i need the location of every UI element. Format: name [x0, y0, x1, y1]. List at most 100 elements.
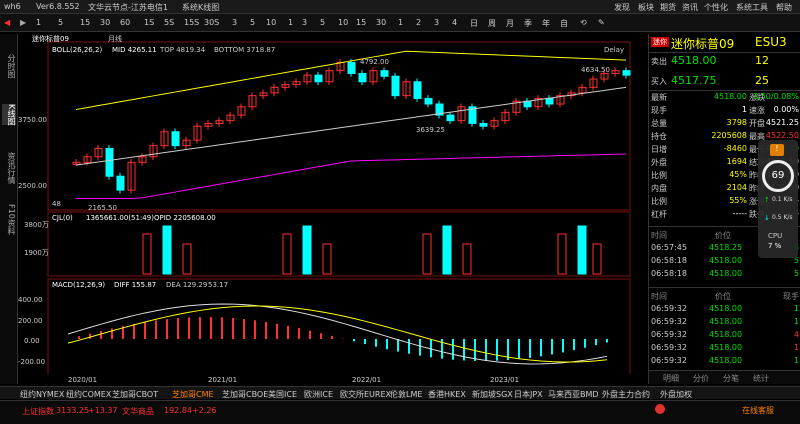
quote-row-value: ----- — [732, 209, 747, 218]
period-button[interactable]: 5 — [58, 18, 63, 27]
index2-value: 192.84 — [164, 406, 192, 415]
period-button[interactable]: 15 — [356, 18, 366, 27]
col-price: 价位 — [715, 292, 731, 301]
quote-row-value2: 4521.25 — [765, 118, 799, 127]
tick-qty: 5 — [793, 269, 799, 278]
index2-change: +2.26 — [192, 406, 217, 415]
boll-bottom: BOTTOM 3718.87 — [214, 46, 276, 54]
menu-discover[interactable]: 发现 — [614, 2, 630, 13]
tab-bytick[interactable]: 分笔 — [723, 373, 739, 384]
tab-news[interactable]: 资讯行情 — [2, 152, 16, 184]
quote-row-label: 总量 — [651, 119, 667, 128]
status-bar: 上证指数 3133.25 +13.37 文华商品 192.84 +2.26 在线… — [0, 400, 800, 424]
period-button[interactable]: 周 — [488, 18, 496, 29]
period-button[interactable]: 30 — [100, 18, 110, 27]
period-button[interactable]: 1 — [288, 18, 293, 27]
period-button[interactable]: 1 — [398, 18, 403, 27]
exchange-tab[interactable]: 日本JPX — [514, 389, 543, 400]
tick-time: 06:59:32 — [651, 317, 687, 326]
period-button[interactable]: 10 — [266, 18, 276, 27]
exchange-tab[interactable]: 芝加哥CME — [172, 389, 214, 400]
period-button[interactable]: 5 — [250, 18, 255, 27]
tick-time: 06:59:32 — [651, 356, 687, 365]
period-button[interactable]: 5 — [320, 18, 325, 27]
period-button[interactable]: 3 — [232, 18, 237, 27]
boll-top: TOP 4819.34 — [160, 46, 206, 54]
tick-price: 4518.00 — [709, 356, 743, 365]
exchange-tab[interactable]: 伦敦LME — [390, 389, 422, 400]
menu-tools[interactable]: 系统工具 — [736, 2, 768, 13]
period-button[interactable]: 60 — [120, 18, 130, 27]
period-button[interactable]: 5S — [164, 18, 174, 27]
quote-row-label: 比例 — [651, 197, 667, 206]
volume-bars — [142, 225, 602, 275]
tab-stats[interactable]: 统计 — [753, 373, 769, 384]
tick-row: 06:59:32 4518.00 1 — [651, 317, 799, 329]
quote-title: 迷你标普09 — [671, 37, 735, 51]
tab-byprice[interactable]: 分价 — [693, 373, 709, 384]
exchange-tab[interactable]: 芝加哥CBOE — [222, 389, 268, 400]
period-button[interactable]: 1S — [144, 18, 154, 27]
col-price: 价位 — [715, 231, 731, 240]
period-button[interactable]: 30 — [376, 18, 386, 27]
sell-price[interactable]: 4518.00 — [671, 54, 717, 67]
tab-detail[interactable]: 明细 — [663, 373, 679, 384]
online-service[interactable]: 在线客服 — [742, 405, 774, 416]
period-button[interactable]: 日 — [470, 18, 478, 29]
buy-price[interactable]: 4517.75 — [671, 74, 717, 87]
boll-mid: MID 4265.11 — [112, 46, 157, 54]
macd-dea: DEA 129.29 — [166, 281, 208, 289]
period-button[interactable]: 季 — [524, 18, 532, 29]
period-button[interactable]: 月 — [506, 18, 514, 29]
tick-time: 06:58:18 — [651, 256, 687, 265]
period-button[interactable]: 30S — [204, 18, 219, 27]
period-button[interactable]: 3 — [302, 18, 307, 27]
exchange-tab[interactable]: 美国ICE — [268, 389, 297, 400]
boll-mid-line — [75, 86, 627, 166]
period-button[interactable]: 10 — [338, 18, 348, 27]
period-button[interactable]: 1 — [36, 18, 41, 27]
quote-row-label: 持仓 — [651, 132, 667, 141]
tick-price: 4518.00 — [709, 343, 743, 352]
ime-icon[interactable] — [655, 404, 665, 414]
candle-body — [380, 70, 389, 77]
x-tick-2020: 2020/01 — [68, 376, 98, 384]
period-button[interactable]: 3 — [434, 18, 439, 27]
menu-help[interactable]: 帮助 — [776, 2, 792, 13]
x-tick-2022: 2022/01 — [352, 376, 382, 384]
exchange-tab[interactable]: 纽约COMEX — [66, 389, 111, 400]
exchange-tab[interactable]: 香港HKEX — [428, 389, 466, 400]
period-button[interactable]: ⟲ — [580, 18, 587, 27]
cpu-label: CPU — [768, 232, 783, 240]
exchange-tab[interactable]: 欧洲ICE — [304, 389, 333, 400]
period-button[interactable]: ✎ — [598, 18, 605, 27]
forward-icon[interactable]: ▶ — [20, 18, 26, 27]
period-button[interactable]: 年 — [542, 18, 550, 29]
tab-f10[interactable]: F10资料 — [2, 204, 16, 235]
menu-news[interactable]: 资讯 — [682, 2, 698, 13]
exchange-tab[interactable]: 欧交所EUREX — [340, 389, 391, 400]
exchange-tab[interactable]: 纽约NYMEX — [20, 389, 64, 400]
period-button[interactable]: 2 — [416, 18, 421, 27]
period-button[interactable]: 15S — [184, 18, 199, 27]
perf-widget[interactable]: ! 69 ↑ 0.1 K/s ↓ 0.5 K/s CPU 7 % — [758, 140, 798, 258]
exchange-tab[interactable]: 芝加哥CBOT — [112, 389, 158, 400]
tab-timeshare[interactable]: 分时图 — [2, 54, 16, 78]
period-button[interactable]: 自 — [560, 18, 568, 29]
vol-tick-2: 1900万 — [24, 249, 49, 257]
menu-sector[interactable]: 板块 — [638, 2, 654, 13]
period-button[interactable]: 4 — [452, 18, 457, 27]
exchange-tab[interactable]: 新加坡SGX — [472, 389, 513, 400]
buy-label: 买入 — [651, 77, 667, 86]
tab-kline[interactable]: K线图 — [2, 104, 16, 126]
exchange-tab[interactable]: 马来西亚BMD — [548, 389, 599, 400]
menu-personalize[interactable]: 个性化 — [704, 2, 728, 13]
arrow-up-icon: ↑ — [764, 196, 770, 204]
chart-area[interactable]: 迷你标普09 月线 BOLL(26,26,2) MID 4265.11 TOP … — [18, 34, 648, 384]
exchange-tab[interactable]: 外盘加权 — [660, 389, 692, 400]
period-button[interactable]: 15 — [80, 18, 90, 27]
refresh-icon[interactable]: ◀ — [4, 18, 10, 27]
tick-time: 06:59:32 — [651, 343, 687, 352]
menu-futures[interactable]: 期货 — [660, 2, 676, 13]
exchange-tab[interactable]: 外盘主力合约 — [602, 389, 650, 400]
